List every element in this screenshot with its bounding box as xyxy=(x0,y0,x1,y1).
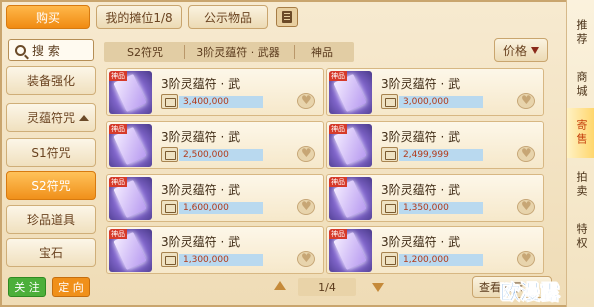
listing-card[interactable]: 神品 3阶灵蕴符 · 武 2,499,999 xyxy=(326,121,544,169)
item-price: 2,500,000 xyxy=(179,149,263,161)
search-label: 搜 索 xyxy=(32,43,60,58)
favorite-icon[interactable] xyxy=(517,199,535,215)
item-price: 1,350,000 xyxy=(399,202,483,214)
category-item-gem[interactable]: 宝石 xyxy=(6,238,96,267)
watermark-logo: 欧漫露 xyxy=(500,280,561,305)
listing-card[interactable]: 神品 3阶灵蕴符 · 武 3,000,000 xyxy=(326,68,544,116)
listing-card[interactable]: 神品 3阶灵蕴符 · 武 1,600,000 xyxy=(106,174,324,222)
item-name: 3阶灵蕴符 · 武 xyxy=(161,130,241,144)
item-name: 3阶灵蕴符 · 武 xyxy=(381,130,461,144)
silver-coin-icon xyxy=(161,200,178,215)
follow-button[interactable]: 关 注 xyxy=(8,277,46,297)
item-name: 3阶灵蕴符 · 武 xyxy=(381,235,461,249)
search-button[interactable]: 搜 索 xyxy=(8,39,94,61)
listing-card[interactable]: 神品 3阶灵蕴符 · 武 1,300,000 xyxy=(106,226,324,274)
favorite-icon[interactable] xyxy=(517,146,535,162)
item-price: 1,200,000 xyxy=(399,254,483,266)
favorite-icon[interactable] xyxy=(517,251,535,267)
listing-card[interactable]: 神品 3阶灵蕴符 · 武 1,350,000 xyxy=(326,174,544,222)
item-price: 2,499,999 xyxy=(399,149,483,161)
category-item-s2-charm[interactable]: S2符咒 xyxy=(6,171,96,200)
charm-item-icon: 神品 xyxy=(109,229,152,272)
search-icon xyxy=(15,44,26,56)
favorite-icon[interactable] xyxy=(297,146,315,162)
item-name: 3阶灵蕴符 · 武 xyxy=(381,183,461,197)
listing-card[interactable]: 神品 3阶灵蕴符 · 武 1,200,000 xyxy=(326,226,544,274)
side-tab-mall[interactable]: 商城 xyxy=(567,60,594,110)
favorite-icon[interactable] xyxy=(297,199,315,215)
charm-item-icon: 神品 xyxy=(329,124,372,167)
category-label: 灵蕴符咒 xyxy=(26,111,75,125)
side-tab-consign[interactable]: 寄售 xyxy=(567,108,594,158)
category-list: 装备强化 灵蕴符咒 S1符咒 S2符咒 珍品道具 宝石 xyxy=(6,66,96,269)
filter-chip-quality[interactable]: 神品 xyxy=(296,42,348,62)
page-indicator: 1/4 xyxy=(298,278,356,296)
listing-card[interactable]: 神品 3阶灵蕴符 · 武 2,500,000 xyxy=(106,121,324,169)
item-price: 3,000,000 xyxy=(399,96,483,108)
tab-public-items[interactable]: 公示物品 xyxy=(188,5,268,29)
silver-coin-icon xyxy=(381,94,398,109)
item-price: 1,600,000 xyxy=(179,202,263,214)
item-price: 3,400,000 xyxy=(179,96,263,108)
side-tab-privilege[interactable]: 特权 xyxy=(567,212,594,262)
filter-chip-item-type[interactable]: 3阶灵蕴符 · 武器 xyxy=(186,42,290,62)
chevron-up-icon xyxy=(79,115,89,121)
favorite-icon[interactable] xyxy=(297,251,315,267)
listing-card[interactable]: 神品 3阶灵蕴符 · 武 3,400,000 xyxy=(106,68,324,116)
item-name: 3阶灵蕴符 · 武 xyxy=(161,77,241,91)
category-item-treasure[interactable]: 珍品道具 xyxy=(6,205,96,234)
charm-item-icon: 神品 xyxy=(109,177,152,220)
silver-coin-icon xyxy=(381,252,398,267)
filter-divider xyxy=(294,45,295,59)
page-up-icon[interactable] xyxy=(274,281,286,290)
category-item-equip-enhance[interactable]: 装备强化 xyxy=(6,66,96,95)
category-item-spirit-charm[interactable]: 灵蕴符咒 xyxy=(6,103,96,132)
item-price: 1,300,000 xyxy=(179,254,263,266)
charm-item-icon: 神品 xyxy=(109,124,152,167)
silver-coin-icon xyxy=(381,147,398,162)
side-tab-recommend[interactable]: 推荐 xyxy=(567,8,594,58)
item-name: 3阶灵蕴符 · 武 xyxy=(381,77,461,91)
filter-chip-category[interactable]: S2符咒 xyxy=(110,42,180,62)
price-sort-button[interactable]: 价格 xyxy=(494,38,548,62)
item-name: 3阶灵蕴符 · 武 xyxy=(161,183,241,197)
item-name: 3阶灵蕴符 · 武 xyxy=(161,235,241,249)
silver-coin-icon xyxy=(161,147,178,162)
sort-down-icon xyxy=(531,46,539,54)
silver-coin-icon xyxy=(161,94,178,109)
right-side-nav: 推荐 商城 寄售 拍卖 特权 xyxy=(566,0,594,307)
side-tab-auction[interactable]: 拍卖 xyxy=(567,160,594,210)
tab-buy[interactable]: 购买 xyxy=(6,5,90,29)
charm-item-icon: 神品 xyxy=(329,177,372,220)
category-item-s1-charm[interactable]: S1符咒 xyxy=(6,138,96,167)
book-icon[interactable] xyxy=(276,7,298,27)
tab-my-stall[interactable]: 我的摊位1/8 xyxy=(96,5,182,29)
charm-item-icon: 神品 xyxy=(109,71,152,114)
price-sort-label: 价格 xyxy=(502,43,527,58)
target-button[interactable]: 定 向 xyxy=(52,277,90,297)
page-down-icon[interactable] xyxy=(372,283,384,292)
silver-coin-icon xyxy=(381,200,398,215)
charm-item-icon: 神品 xyxy=(329,229,372,272)
filter-divider xyxy=(184,45,185,59)
favorite-icon[interactable] xyxy=(517,93,535,109)
charm-item-icon: 神品 xyxy=(329,71,372,114)
favorite-icon[interactable] xyxy=(297,93,315,109)
filter-bar: S2符咒 3阶灵蕴符 · 武器 神品 xyxy=(104,42,354,62)
silver-coin-icon xyxy=(161,252,178,267)
